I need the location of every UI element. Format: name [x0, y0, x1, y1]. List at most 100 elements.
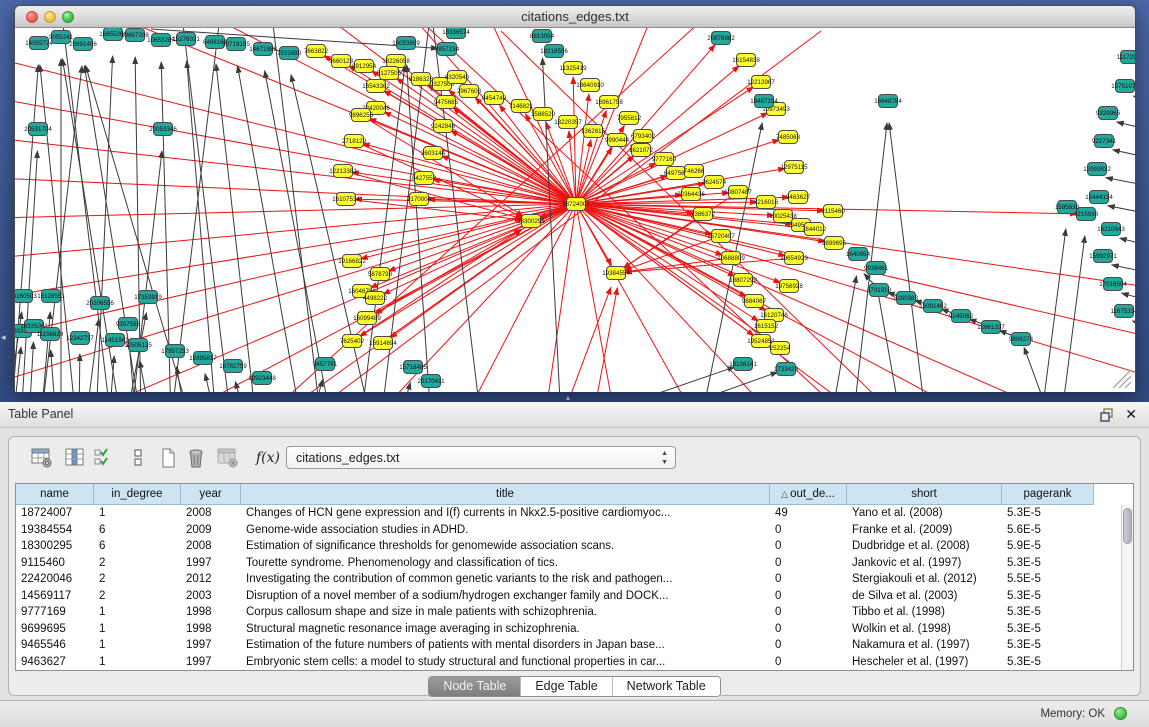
graph-node[interactable]: 16154838 [732, 54, 760, 67]
graph-node[interactable]: 19395817 [189, 352, 217, 365]
graph-node[interactable]: 20876882 [707, 32, 735, 45]
graph-node[interactable]: 12213383 [329, 165, 357, 178]
graph-node[interactable]: 746266 [684, 165, 705, 178]
window-titlebar[interactable]: citations_edges.txt [15, 6, 1135, 28]
graph-node[interactable]: 9397588 [116, 318, 141, 331]
graph-node[interactable]: 19654923 [780, 252, 808, 265]
table-row[interactable]: 977716911998Corpus callosum shape and si… [16, 604, 1123, 621]
graph-node[interactable]: 11675334 [1110, 305, 1135, 318]
graph-node[interactable]: 7515889 [277, 47, 302, 60]
graph-node[interactable]: 252254 [770, 342, 791, 355]
graph-node[interactable]: 19218506 [540, 45, 568, 58]
graph-node[interactable]: 9245062 [949, 310, 974, 323]
graph-node[interactable]: 16648784 [874, 95, 902, 108]
graph-node[interactable]: 7844012 [802, 223, 827, 236]
table-row[interactable]: 911546021997Tourette syndrome. Phenomeno… [16, 555, 1123, 572]
graph-node[interactable]: 1588520 [531, 108, 556, 121]
column-header-out_de[interactable]: △out_de... [770, 484, 847, 505]
graph-node[interactable]: 18807299 [729, 274, 757, 287]
splitter-handle-icon[interactable]: ▴ [566, 393, 570, 402]
graph-node[interactable]: 10719185 [222, 38, 250, 51]
tab-node-table[interactable]: Node Table [429, 677, 520, 696]
new-document-icon[interactable] [155, 445, 181, 471]
graph-node[interactable]: 17016504 [1099, 278, 1127, 291]
network-canvas[interactable]: 1872400776638229660123891295418226058912… [15, 28, 1135, 392]
graph-node[interactable]: 9884067 [742, 295, 767, 308]
row-checklist-icon[interactable] [89, 445, 115, 471]
graph-node[interactable]: 9660123 [329, 55, 354, 68]
graph-node[interactable]: 20053346 [149, 123, 177, 136]
graph-node[interactable]: 9990444 [605, 134, 630, 147]
graph-node[interactable]: 7386372 [691, 208, 716, 221]
graph-node[interactable]: 8427552 [412, 172, 437, 185]
collapse-panel-arrow-icon[interactable]: ◂ [1, 332, 6, 343]
column-header-title[interactable]: title [241, 484, 770, 505]
graph-node[interactable]: 11172964 [1117, 51, 1135, 64]
graph-node[interactable]: 9170004 [407, 193, 432, 206]
graph-node[interactable]: 7146821 [509, 100, 534, 113]
graph-node[interactable]: 10807487 [724, 186, 752, 199]
graph-node[interactable]: 20206556 [86, 297, 114, 310]
graph-node[interactable]: 12923448 [248, 372, 276, 385]
graph-node[interactable]: 8454749 [482, 92, 507, 105]
graph-node[interactable]: 19756928 [775, 280, 803, 293]
graph-node[interactable]: 7485063 [776, 131, 801, 144]
table-row[interactable]: 1456911722003Disruption of a novel membe… [16, 588, 1123, 605]
graph-node[interactable]: 20364436 [677, 188, 705, 201]
graph-node[interactable]: 16091462 [919, 300, 947, 313]
graph-node[interactable]: 13220357 [554, 116, 582, 129]
graph-node[interactable]: 18136141 [729, 358, 757, 371]
graph-node[interactable]: 8912954 [352, 60, 377, 73]
graph-node[interactable]: 12505135 [124, 339, 152, 352]
graph-node[interactable]: 20691406 [69, 38, 97, 51]
graph-node[interactable]: 19384554 [602, 267, 630, 280]
table-row[interactable]: 946554611997Estimation of the future num… [16, 637, 1123, 654]
graph-node[interactable]: 2967608 [457, 85, 482, 98]
graph-node[interactable]: 12444134 [1085, 191, 1113, 204]
graph-node[interactable]: 12093832 [1083, 163, 1111, 176]
table-column-icon[interactable] [62, 445, 88, 471]
column-header-pagerank[interactable]: pagerank [1002, 484, 1094, 505]
graph-node[interactable]: 20531704 [24, 123, 52, 136]
graph-node[interactable]: 1621072 [629, 144, 654, 157]
graph-node[interactable]: 4498222 [363, 292, 388, 305]
graph-node[interactable]: 18226058 [382, 55, 410, 68]
column-narrow-icon[interactable] [125, 445, 151, 471]
network-graph[interactable]: 1872400776638229660123891295418226058912… [15, 28, 1135, 392]
column-header-short[interactable]: short [847, 484, 1002, 505]
graph-node[interactable]: 15718485 [399, 361, 427, 374]
table-row[interactable]: 969969511998Structural magnetic resonanc… [16, 621, 1123, 638]
graph-node[interactable]: 1595838 [1055, 201, 1080, 214]
graph-node[interactable]: 9329966 [1096, 107, 1121, 120]
graph-node[interactable]: 8813054 [530, 30, 555, 43]
network-window[interactable]: citations_edges.txt 18724007766382296601… [14, 5, 1136, 392]
graph-node[interactable]: 9127505 [377, 67, 402, 80]
graph-node[interactable]: 19166822 [338, 255, 366, 268]
graph-node[interactable]: 16543362 [362, 80, 390, 93]
graph-node[interactable]: 12213967 [747, 76, 775, 89]
graph-node[interactable]: 9899695 [822, 237, 847, 250]
vertical-scrollbar[interactable] [1121, 505, 1133, 670]
table-row[interactable]: 1938455462009Genome-wide association stu… [16, 522, 1123, 539]
graph-node[interactable]: 7955812 [617, 112, 642, 125]
tab-edge-table[interactable]: Edge Table [520, 677, 611, 696]
delete-table-icon[interactable] [215, 445, 241, 471]
graph-node[interactable]: 9896255 [349, 109, 374, 122]
resize-grip-icon[interactable] [1125, 382, 1131, 388]
table-selector-dropdown[interactable]: citations_edges.txt ▲▼ [286, 446, 676, 469]
tab-network-table[interactable]: Network Table [612, 677, 720, 696]
graph-node[interactable]: 18336574 [442, 28, 470, 39]
graph-node[interactable]: 3624574 [702, 176, 727, 189]
graph-node[interactable]: 2603144 [421, 147, 446, 160]
graph-node[interactable]: 16914694 [369, 337, 397, 350]
graph-node[interactable]: 17957253 [161, 345, 189, 358]
graph-node[interactable]: 1615152 [754, 320, 779, 333]
table-row[interactable]: 1872400712008Changes of HCN gene express… [16, 505, 1123, 522]
graph-node[interactable]: 12342737 [66, 332, 94, 345]
graph-node[interactable]: 15992971 [1089, 250, 1117, 263]
graph-node[interactable]: 9938461 [864, 262, 889, 275]
graph-node[interactable]: 1640954 [846, 248, 871, 261]
graph-node[interactable]: 2718129 [342, 135, 367, 148]
graph-node[interactable]: 16099489 [353, 312, 381, 325]
graph-node[interactable]: 14671988 [249, 43, 277, 56]
